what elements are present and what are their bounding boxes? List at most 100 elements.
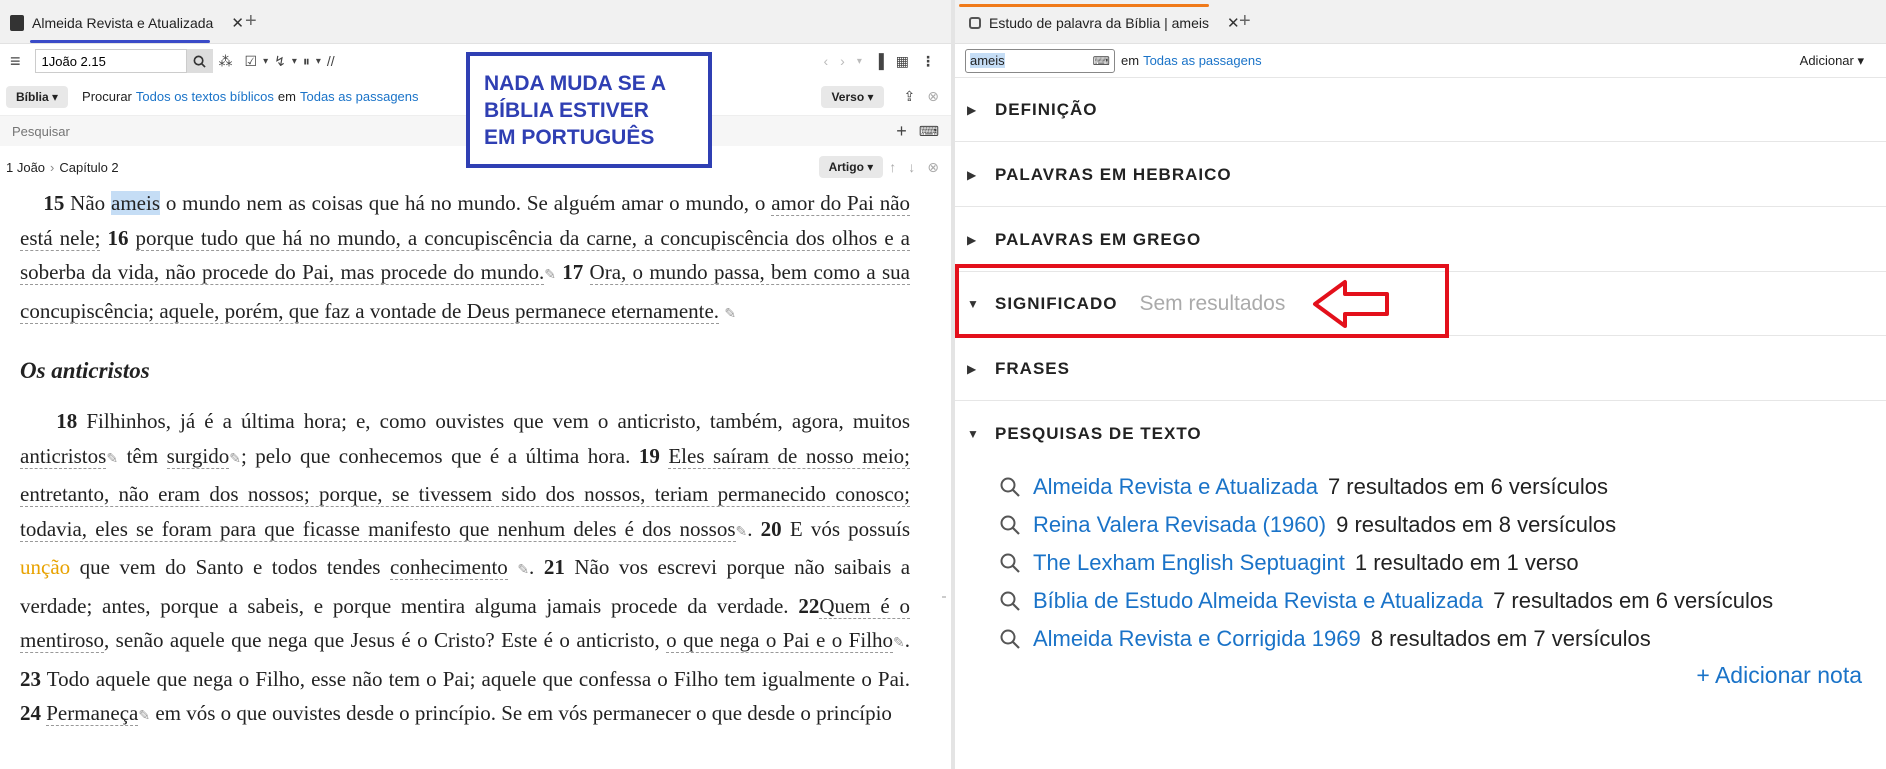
note-pen-icon[interactable]: ✎ bbox=[544, 268, 556, 283]
verse-number[interactable]: 15 bbox=[43, 191, 64, 215]
section-heading: Os anticristos bbox=[20, 358, 150, 383]
section-frases[interactable]: ▶ FRASES bbox=[955, 337, 1886, 401]
layout-icon[interactable]: ▐ bbox=[874, 53, 884, 69]
menu-icon[interactable]: ≡ bbox=[10, 51, 21, 72]
share-icon[interactable]: ⇪ bbox=[904, 88, 916, 105]
tab-word-study[interactable]: Estudo de palavra da Bíblia | ameis ✕ bbox=[969, 8, 1240, 38]
expand-triangle-icon[interactable]: ▶ bbox=[967, 168, 995, 182]
result-link[interactable]: Bíblia de Estudo Almeida Revista e Atual… bbox=[1033, 588, 1483, 614]
verse-number[interactable]: 17 bbox=[562, 260, 583, 284]
result-link[interactable]: Reina Valera Revisada (1960) bbox=[1033, 512, 1326, 538]
interlinear-icon[interactable]: ↯ bbox=[274, 53, 286, 70]
scrollbar[interactable] bbox=[940, 186, 948, 769]
verse-number[interactable]: 22 bbox=[798, 594, 819, 618]
collapse-triangle-icon[interactable]: ▼ bbox=[967, 427, 995, 441]
result-row[interactable]: The Lexham English Septuagint 1 resultad… bbox=[999, 550, 1579, 576]
section-definicao[interactable]: ▶ DEFINIÇÃO bbox=[955, 78, 1886, 142]
expand-triangle-icon[interactable]: ▶ bbox=[967, 233, 995, 247]
linked-text[interactable]: o que nega o Pai e o Filho bbox=[666, 628, 894, 653]
reference-input[interactable] bbox=[34, 49, 187, 73]
verse-number[interactable]: 18 bbox=[56, 409, 77, 433]
callout-line: BÍBLIA ESTIVER bbox=[484, 99, 649, 122]
new-tab-icon[interactable]: + bbox=[1239, 10, 1251, 33]
tab-almeida[interactable]: Almeida Revista e Atualizada ✕ bbox=[10, 8, 244, 38]
arrow-down-icon[interactable]: ↓ bbox=[908, 159, 915, 175]
note-pen-icon[interactable]: ✎ bbox=[517, 563, 529, 578]
add-button[interactable]: Adicionar ▾ bbox=[1800, 53, 1864, 69]
word-input[interactable]: ameis ⌨ bbox=[965, 48, 1115, 73]
word-input-value[interactable]: ameis bbox=[970, 53, 1005, 68]
linked-text[interactable]: conhecimento bbox=[390, 555, 508, 580]
back-icon[interactable]: ‹ bbox=[823, 53, 828, 69]
note-pen-icon[interactable]: ✎ bbox=[106, 452, 118, 467]
keyboard-icon[interactable]: ⌨ bbox=[1093, 54, 1110, 68]
result-row[interactable]: Almeida Revista e Corrigida 1969 8 resul… bbox=[999, 626, 1651, 652]
new-tab-icon[interactable]: + bbox=[245, 10, 257, 33]
verse-number[interactable]: 20 bbox=[761, 517, 782, 541]
result-link[interactable]: Almeida Revista e Corrigida 1969 bbox=[1033, 626, 1361, 652]
tab-title: Estudo de palavra da Bíblia | ameis bbox=[989, 15, 1209, 31]
columns-icon[interactable]: ⏸ bbox=[303, 53, 310, 70]
scope-button[interactable]: Bíblia ▾ bbox=[6, 85, 69, 108]
panel-layout-icon[interactable]: ▦ bbox=[896, 53, 909, 70]
verse-text: , senão aquele que nega que Jesus é o Cr… bbox=[104, 628, 660, 652]
section-label: FRASES bbox=[995, 358, 1070, 378]
note-pen-icon[interactable]: ✎ bbox=[736, 525, 748, 540]
keyboard-icon[interactable]: ⌨ bbox=[919, 123, 939, 140]
forward-icon[interactable]: › bbox=[840, 53, 845, 69]
highlighted-word-uncao[interactable]: unção bbox=[20, 555, 70, 579]
breadcrumb-chapter[interactable]: Capítulo 2 bbox=[59, 160, 118, 175]
passages-link[interactable]: Todas as passagens bbox=[1143, 53, 1262, 68]
close-icon[interactable]: ✕ bbox=[231, 14, 244, 32]
scrollbar-thumb[interactable] bbox=[942, 596, 946, 598]
highlighted-word[interactable]: ameis bbox=[111, 191, 160, 215]
passages-link[interactable]: Todas as passagens bbox=[300, 89, 419, 104]
verse-number[interactable]: 19 bbox=[639, 444, 660, 468]
result-row[interactable]: Bíblia de Estudo Almeida Revista e Atual… bbox=[999, 588, 1773, 614]
arrow-up-icon[interactable]: ↑ bbox=[889, 159, 896, 175]
section-grego[interactable]: ▶ PALAVRAS EM GREGO bbox=[955, 208, 1886, 272]
note-pen-icon[interactable]: ✎ bbox=[724, 307, 736, 322]
note-pen-icon[interactable]: ✎ bbox=[893, 636, 905, 651]
book-icon bbox=[10, 15, 24, 31]
chevron-down-icon[interactable]: ▾ bbox=[263, 56, 268, 67]
close-search-icon[interactable]: ⊗ bbox=[927, 88, 939, 105]
result-link[interactable]: Almeida Revista e Atualizada bbox=[1033, 474, 1318, 500]
section-hebraico[interactable]: ▶ PALAVRAS EM HEBRAICO bbox=[955, 143, 1886, 207]
note-pen-icon[interactable]: ✎ bbox=[138, 709, 150, 724]
left-tab-bar: Almeida Revista e Atualizada ✕ + bbox=[0, 0, 951, 44]
add-icon[interactable]: + bbox=[896, 121, 907, 142]
visual-filter-icon[interactable]: ⁂ bbox=[219, 53, 233, 70]
verse-text: Todo aquele que nega o Filho, esse não t… bbox=[46, 666, 911, 691]
search-icon[interactable] bbox=[186, 49, 213, 73]
close-icon[interactable]: ✕ bbox=[1227, 14, 1240, 32]
verse-number[interactable]: 24 bbox=[20, 701, 41, 725]
verse-number[interactable]: 16 bbox=[107, 226, 128, 250]
result-link[interactable]: The Lexham English Septuagint bbox=[1033, 550, 1345, 576]
search-texts-link[interactable]: Todos os textos bíblicos bbox=[136, 89, 274, 104]
callout-line: NADA MUDA SE A bbox=[484, 72, 666, 95]
verse-number[interactable]: 21 bbox=[544, 555, 565, 579]
add-note-link[interactable]: + Adicionar nota bbox=[1696, 662, 1862, 689]
note-pen-icon[interactable]: ✎ bbox=[229, 452, 241, 467]
result-row[interactable]: Almeida Revista e Atualizada 7 resultado… bbox=[999, 474, 1608, 500]
parallel-icon[interactable]: // bbox=[327, 53, 335, 69]
chevron-down-icon[interactable]: ▾ bbox=[316, 56, 321, 67]
history-dropdown-icon[interactable]: ▾ bbox=[857, 56, 862, 67]
verse-view-button[interactable]: Verso ▾ bbox=[821, 85, 884, 108]
chevron-down-icon[interactable]: ▾ bbox=[292, 56, 297, 67]
article-view-button[interactable]: Artigo ▾ bbox=[818, 156, 884, 178]
verse-number[interactable]: 23 bbox=[20, 667, 41, 691]
close-icon[interactable]: ⊗ bbox=[927, 159, 939, 176]
linked-text[interactable]: Permaneça bbox=[46, 701, 139, 726]
linked-text[interactable]: surgido bbox=[166, 443, 230, 469]
section-pesquisas[interactable]: ▼ PESQUISAS DE TEXTO bbox=[955, 402, 1886, 466]
expand-triangle-icon[interactable]: ▶ bbox=[967, 103, 995, 117]
breadcrumb-book[interactable]: 1 João bbox=[6, 160, 45, 175]
checklist-icon[interactable]: ☑ bbox=[245, 53, 258, 70]
more-options-icon[interactable]: ⋮ bbox=[921, 53, 935, 70]
search-input[interactable] bbox=[12, 123, 891, 139]
expand-triangle-icon[interactable]: ▶ bbox=[967, 362, 995, 376]
result-row[interactable]: Reina Valera Revisada (1960) 9 resultado… bbox=[999, 512, 1616, 538]
linked-text[interactable]: anticristos bbox=[20, 443, 107, 469]
